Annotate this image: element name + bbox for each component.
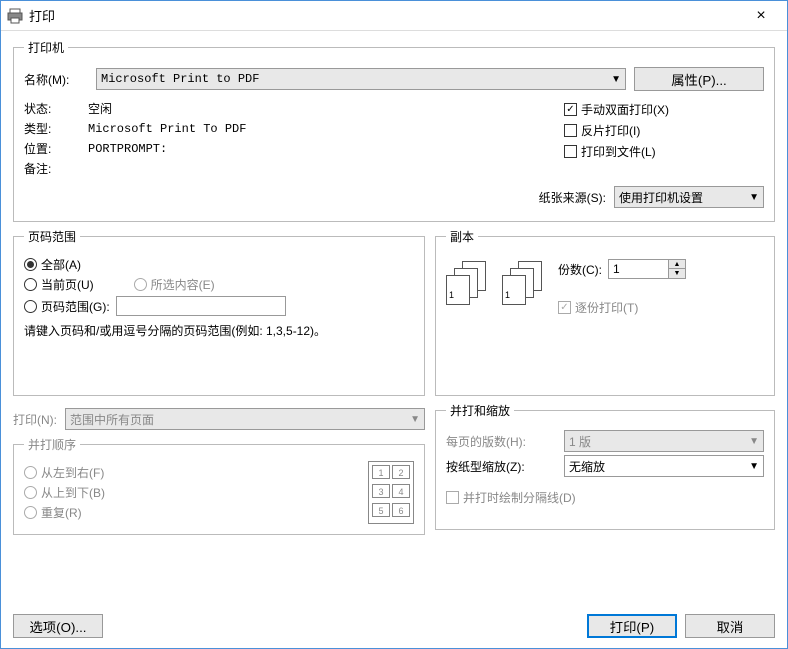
order-repeat-radio: 重复(R) xyxy=(24,504,82,521)
print-what-label: 打印(N): xyxy=(13,411,57,428)
range-selection-radio: 所选内容(E) xyxy=(134,276,215,293)
collate-illustration: 321 321 xyxy=(446,261,546,305)
chevron-down-icon: ▼ xyxy=(611,74,621,85)
page-range-group: 页码范围 全部(A) 当前页(U) 所选内容(E) 页码范围(G): 请键入页码… xyxy=(13,228,425,396)
nup-illustration: 123456 xyxy=(368,461,414,524)
printer-icon xyxy=(7,8,23,24)
where-value: PORTPROMPT: xyxy=(88,142,167,156)
dialog-footer: 选项(O)... 打印(P) 取消 xyxy=(1,614,787,648)
chevron-down-icon: ▼ xyxy=(749,461,759,472)
comment-label: 备注: xyxy=(24,160,88,177)
paper-source-dropdown[interactable]: 使用打印机设置 ▼ xyxy=(614,186,764,208)
reverse-checkbox[interactable]: 反片打印(I) xyxy=(564,122,764,139)
printer-group: 打印机 名称(M): Microsoft Print to PDF ▼ 属性(P… xyxy=(13,39,775,222)
window-title: 打印 xyxy=(29,6,741,25)
range-legend: 页码范围 xyxy=(24,228,80,245)
status-value: 空闲 xyxy=(88,100,112,117)
range-pages-input[interactable] xyxy=(116,296,286,316)
where-label: 位置: xyxy=(24,140,88,157)
scale-dropdown[interactable]: 无缩放 ▼ xyxy=(564,455,764,477)
range-pages-radio[interactable]: 页码范围(G): xyxy=(24,298,110,315)
order-ttb-radio: 从上到下(B) xyxy=(24,484,105,501)
print-what-dropdown: 范围中所有页面 ▼ xyxy=(65,408,425,430)
status-label: 状态: xyxy=(24,100,88,117)
paper-source-label: 纸张来源(S): xyxy=(539,189,606,206)
printer-legend: 打印机 xyxy=(24,39,68,56)
pages-per-sheet-dropdown: 1 版 ▼ xyxy=(564,430,764,452)
zoom-legend: 并打和缩放 xyxy=(446,402,514,419)
type-label: 类型: xyxy=(24,120,88,137)
copies-count-spinner[interactable]: ▲▼ xyxy=(608,259,686,279)
manual-duplex-checkbox[interactable]: ✓手动双面打印(X) xyxy=(564,101,764,118)
printer-name-value: Microsoft Print to PDF xyxy=(101,72,605,86)
print-to-file-checkbox[interactable]: 打印到文件(L) xyxy=(564,143,764,160)
printer-name-label: 名称(M): xyxy=(24,71,88,88)
properties-button[interactable]: 属性(P)... xyxy=(634,67,764,91)
titlebar: 打印 × xyxy=(1,1,787,31)
close-button[interactable]: × xyxy=(741,7,781,25)
order-legend: 并打顺序 xyxy=(24,436,80,453)
print-button[interactable]: 打印(P) xyxy=(587,614,677,638)
print-dialog: 打印 × 打印机 名称(M): Microsoft Print to PDF ▼… xyxy=(0,0,788,649)
range-current-radio[interactable]: 当前页(U) xyxy=(24,276,94,293)
dialog-content: 打印机 名称(M): Microsoft Print to PDF ▼ 属性(P… xyxy=(1,31,787,614)
range-all-radio[interactable]: 全部(A) xyxy=(24,256,81,273)
collate-checkbox: ✓逐份打印(T) xyxy=(558,299,638,316)
draw-borders-checkbox: 并打时绘制分隔线(D) xyxy=(446,489,576,506)
type-value: Microsoft Print To PDF xyxy=(88,122,246,136)
range-hint: 请键入页码和/或用逗号分隔的页码范围(例如: 1,3,5-12)。 xyxy=(24,322,414,340)
scale-label: 按纸型缩放(Z): xyxy=(446,458,556,475)
options-button[interactable]: 选项(O)... xyxy=(13,614,103,638)
zoom-group: 并打和缩放 每页的版数(H): 1 版 ▼ 按纸型缩放(Z): 无缩放 ▼ xyxy=(435,402,775,530)
printer-name-dropdown[interactable]: Microsoft Print to PDF ▼ xyxy=(96,68,626,90)
spinner-up-icon[interactable]: ▲ xyxy=(669,260,685,269)
order-ltr-radio: 从左到右(F) xyxy=(24,464,104,481)
copies-legend: 副本 xyxy=(446,228,478,245)
spinner-down-icon[interactable]: ▼ xyxy=(669,269,685,278)
cancel-button[interactable]: 取消 xyxy=(685,614,775,638)
print-order-group: 并打顺序 从左到右(F) 从上到下(B) 重复(R) 123456 xyxy=(13,436,425,535)
copies-count-label: 份数(C): xyxy=(558,261,602,278)
copies-count-input[interactable] xyxy=(608,259,668,279)
pages-per-sheet-label: 每页的版数(H): xyxy=(446,433,556,450)
chevron-down-icon: ▼ xyxy=(749,192,759,203)
chevron-down-icon: ▼ xyxy=(749,436,759,447)
copies-group: 副本 321 321 份数(C): ▲▼ xyxy=(435,228,775,396)
chevron-down-icon: ▼ xyxy=(410,414,420,425)
